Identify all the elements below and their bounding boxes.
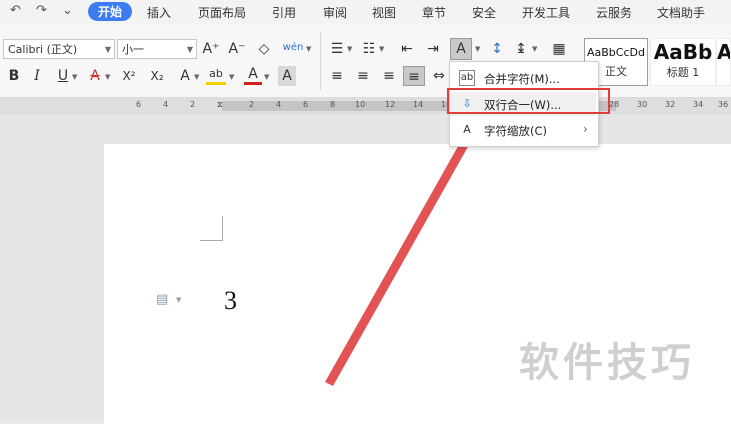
ruler-tick: 34 (693, 100, 704, 109)
highlight-box (447, 88, 610, 114)
undo-icon[interactable]: ↶ (10, 3, 21, 18)
menu-bar: ↶ ↷ ⌄ 开始 插入 页面布局 引用 审阅 视图 章节 安全 开发工具 云服务… (0, 0, 731, 24)
tab-view[interactable]: 视图 (372, 4, 396, 21)
font-name-value: Calibri (正文) (8, 43, 78, 56)
submenu-arrow-icon: › (583, 122, 588, 136)
style-heading-2[interactable]: A (716, 38, 731, 86)
style-heading-1[interactable]: AaBb 标题 1 (650, 38, 716, 86)
indent-marker-icon[interactable]: ⧖ (217, 100, 223, 110)
style-name: 标题 1 (666, 66, 700, 79)
decrease-indent-button[interactable]: ⇤ (398, 39, 416, 59)
chevron-down-icon[interactable]: ▼ (347, 45, 352, 53)
ruler-tick: 4 (276, 100, 282, 109)
align-center-button[interactable]: ≡ (354, 66, 372, 86)
subscript-button[interactable]: X₂ (146, 66, 168, 86)
ruler-tick: 28 (609, 100, 620, 109)
menu-item-label: 字符缩放(C) (484, 124, 548, 138)
menu-item-label: 合并字符(M)... (484, 72, 560, 86)
margin-corner-mark (200, 216, 223, 241)
chevron-down-icon[interactable]: ▼ (229, 73, 234, 81)
numbering-button[interactable]: ☷ (360, 39, 378, 59)
watermark: 软件技巧 (519, 340, 695, 386)
style-preview: AaBbCcDd (587, 46, 645, 59)
ribbon-separator (320, 32, 321, 90)
ruler-tick: 14 (413, 100, 424, 109)
increase-indent-button[interactable]: ⇥ (424, 39, 442, 59)
style-preview: A (717, 40, 731, 64)
chevron-down-icon[interactable]: ▼ (105, 73, 110, 81)
align-left-button[interactable]: ≡ (328, 66, 346, 86)
chevron-down-icon[interactable]: ▼ (72, 73, 77, 81)
ruler-tick: 6 (136, 100, 142, 109)
chevron-down-icon[interactable]: ▼ (264, 73, 269, 81)
tab-review[interactable]: 审阅 (323, 4, 347, 21)
tab-references[interactable]: 引用 (272, 4, 296, 21)
chevron-down-icon: ▼ (186, 45, 193, 54)
quick-access-more-icon[interactable]: ⌄ (62, 3, 73, 18)
chevron-down-icon[interactable]: ▼ (379, 45, 384, 53)
ruler-tick: 2 (249, 100, 255, 109)
char-shading-button[interactable]: A (278, 66, 296, 86)
grow-font-button[interactable]: A⁺ (202, 39, 220, 59)
text-effect-button[interactable]: A (176, 66, 194, 86)
underline-button[interactable]: U (54, 66, 72, 86)
tab-insert[interactable]: 插入 (147, 4, 171, 21)
tab-doc-assistant[interactable]: 文档助手 (657, 4, 705, 21)
combine-characters-icon: ab (459, 70, 475, 86)
chevron-down-icon[interactable]: ▼ (475, 45, 480, 53)
chevron-down-icon[interactable]: ▼ (176, 296, 181, 304)
justify-button[interactable]: ≡ (403, 66, 425, 86)
shrink-font-button[interactable]: A⁻ (228, 39, 246, 59)
redo-icon[interactable]: ↷ (36, 3, 47, 18)
style-preview: AaBb (653, 40, 713, 64)
distributed-align-button[interactable]: ⇔ (430, 66, 448, 86)
bullets-button[interactable]: ☰ (328, 39, 346, 59)
tab-cloud[interactable]: 云服务 (596, 4, 632, 21)
ruler-tick: 36 (718, 100, 729, 109)
ruler-tick: 12 (385, 100, 396, 109)
line-spacing-button[interactable]: ↨ (512, 39, 530, 59)
chevron-down-icon[interactable]: ▼ (532, 45, 537, 53)
borders-button[interactable]: ▦ (550, 39, 568, 59)
tab-chapter[interactable]: 章节 (422, 4, 446, 21)
ruler-tick: 8 (330, 100, 336, 109)
pinyin-guide-button[interactable]: wén (282, 38, 304, 58)
font-size-combo[interactable]: 小一 ▼ (117, 39, 197, 59)
italic-button[interactable]: I (28, 66, 46, 86)
ruler-tick: 6 (303, 100, 309, 109)
ruler-tick: 2 (190, 100, 196, 109)
superscript-button[interactable]: X² (118, 66, 140, 86)
chinese-layout-button[interactable]: A (450, 38, 472, 60)
paragraph-option-icon[interactable]: ▤ (156, 292, 168, 307)
chevron-down-icon: ▼ (104, 45, 111, 54)
strikethrough-button[interactable]: A (86, 66, 104, 86)
clear-format-icon[interactable]: ◇ (255, 39, 273, 59)
horizontal-ruler[interactable]: 6 4 2 ⧖ 2 4 6 8 10 12 14 16 18 20 22 24 … (0, 98, 731, 114)
font-color-button[interactable]: A (244, 66, 262, 85)
tab-security[interactable]: 安全 (472, 4, 496, 21)
chevron-down-icon[interactable]: ▼ (306, 45, 311, 53)
align-right-button[interactable]: ≡ (380, 66, 398, 86)
ruler-tick: 10 (355, 100, 366, 109)
ruler-tick: 30 (637, 100, 648, 109)
tab-home[interactable]: 开始 (88, 2, 133, 21)
chevron-down-icon[interactable]: ▼ (194, 73, 199, 81)
font-size-value: 小一 (122, 43, 144, 56)
document-text[interactable]: 3 (224, 286, 237, 316)
ruler-tick: 32 (665, 100, 676, 109)
bold-button[interactable]: B (5, 66, 23, 86)
highlight-button[interactable]: ab (206, 66, 226, 85)
ruler-tick: 4 (163, 100, 169, 109)
ribbon: Calibri (正文) ▼ 小一 ▼ A⁺ A⁻ ◇ wén ▼ B I U … (0, 24, 731, 98)
font-name-combo[interactable]: Calibri (正文) ▼ (3, 39, 115, 59)
menu-item-combine-characters[interactable]: ab 合并字符(M)... (450, 66, 596, 90)
character-scaling-icon: A (463, 123, 471, 136)
tab-developer[interactable]: 开发工具 (522, 4, 570, 21)
menu-item-character-scaling[interactable]: A 字符缩放(C) › (450, 118, 596, 142)
sort-button[interactable]: ↕ (488, 39, 506, 59)
tab-page-layout[interactable]: 页面布局 (198, 4, 246, 21)
